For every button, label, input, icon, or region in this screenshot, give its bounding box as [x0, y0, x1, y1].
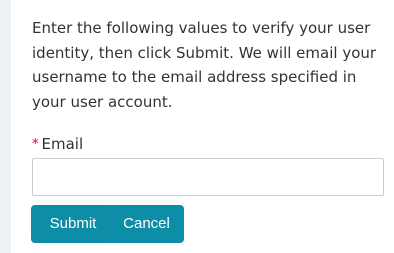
email-label: * Email	[32, 134, 83, 156]
cancel-button[interactable]: Cancel	[109, 205, 184, 243]
forgot-username-panel: Enter the following values to verify you…	[11, 0, 394, 253]
email-input[interactable]	[32, 158, 384, 196]
submit-button[interactable]: Submit	[31, 205, 115, 243]
instructions-text: Enter the following values to verify you…	[32, 19, 377, 111]
required-marker: *	[32, 137, 39, 152]
email-label-text: Email	[41, 135, 84, 153]
